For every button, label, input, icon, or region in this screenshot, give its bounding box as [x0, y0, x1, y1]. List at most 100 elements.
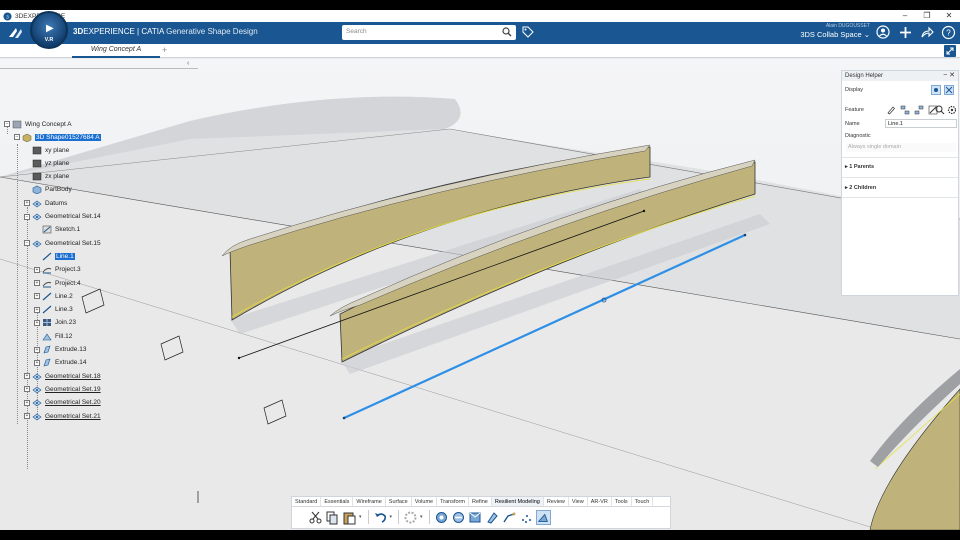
paste-icon[interactable] [342, 510, 357, 525]
display-filter-icon[interactable] [944, 85, 954, 95]
name-field[interactable]: Line.1 [885, 119, 957, 128]
action-tab-refine[interactable]: Refine [469, 497, 492, 506]
edit-feature-icon[interactable] [886, 105, 896, 115]
undo-dropdown-icon[interactable]: ▾ [390, 514, 393, 520]
tree-item[interactable]: zx plane [32, 172, 69, 182]
resilient-tool-7-icon[interactable] [535, 509, 551, 525]
add-tab-button[interactable]: + [162, 45, 167, 55]
search-feature-icon[interactable] [935, 105, 945, 115]
expand-panel-icon[interactable] [944, 45, 956, 57]
minimize-button[interactable]: – [894, 10, 916, 22]
tree-item[interactable]: + Join.23 [34, 318, 76, 328]
expand-toggle[interactable]: + [34, 293, 40, 300]
play-icon[interactable]: ▶ [46, 23, 54, 34]
search-icon[interactable] [502, 27, 512, 37]
expand-toggle[interactable]: + [34, 280, 40, 286]
tree-item[interactable]: Line.1 [42, 251, 75, 261]
expand-toggle[interactable]: + [24, 413, 30, 419]
expand-toggle[interactable]: + [24, 200, 30, 207]
action-tab-review[interactable]: Review [544, 497, 569, 506]
tree-shape-node[interactable]: − 3D Shape01527684 A [14, 132, 101, 142]
tree-item[interactable]: yz plane [32, 158, 69, 168]
expand-toggle[interactable]: + [34, 266, 40, 273]
ds-logo-icon[interactable] [7, 25, 25, 41]
resilient-tool-1-icon[interactable] [434, 510, 449, 525]
action-tab-tools[interactable]: Tools [612, 497, 632, 506]
collapse-tree-button[interactable]: ‹ [187, 60, 189, 67]
expand-toggle[interactable]: + [34, 306, 40, 313]
parents-icon[interactable] [900, 105, 910, 115]
tree-item[interactable]: + Line.3 [34, 305, 73, 315]
expand-toggle[interactable]: + [24, 373, 30, 380]
action-tab-wireframe[interactable]: Wireframe [353, 497, 386, 506]
expand-toggle[interactable]: − [4, 121, 10, 127]
expand-toggle[interactable]: + [24, 386, 30, 393]
tree-item[interactable]: + Line.2 [34, 291, 73, 301]
tree-item[interactable]: + Geometrical Set.20 [24, 398, 101, 408]
tab-wing-concept-a[interactable]: Wing Concept A [72, 44, 160, 58]
action-tab-resilient-modeling[interactable]: Resilient Modeling [491, 497, 544, 506]
tree-item[interactable]: Sketch.1 [42, 225, 80, 235]
tree-item[interactable]: + Project.4 [34, 278, 81, 288]
action-tab-standard[interactable]: Standard [292, 497, 322, 506]
tree-item[interactable]: + Datums [24, 198, 67, 208]
expand-toggle[interactable]: − [24, 213, 30, 220]
expand-toggle[interactable]: + [34, 346, 40, 353]
expand-toggle[interactable]: + [24, 399, 30, 406]
restore-button[interactable]: ❐ [916, 10, 938, 22]
geoset-icon [32, 386, 42, 394]
action-tab-transform[interactable]: Transform [437, 497, 469, 506]
paste-dropdown-icon[interactable]: ▾ [359, 514, 362, 520]
add-icon[interactable] [898, 25, 913, 40]
tag-icon[interactable] [522, 26, 534, 38]
resilient-tool-3-icon[interactable] [468, 510, 483, 525]
tree-item[interactable]: + Project.3 [34, 265, 81, 275]
parents-section[interactable]: ▸ 1 Parents [845, 164, 874, 170]
action-tab-surface[interactable]: Surface [386, 497, 412, 506]
compass-widget[interactable]: ▶ V.R [30, 11, 68, 49]
tree-item[interactable]: Fill.12 [42, 331, 72, 341]
children-icon[interactable] [914, 105, 924, 115]
action-tab-volume[interactable]: Volume [412, 497, 438, 506]
profile-icon[interactable] [876, 25, 891, 40]
collab-space-selector[interactable]: 3DS Collab Space ⌄ [800, 30, 870, 39]
3d-scene[interactable] [0, 59, 960, 530]
expand-toggle[interactable]: − [24, 240, 30, 247]
close-panel-icon[interactable]: − ✕ [943, 71, 955, 81]
tree-item[interactable]: − Geometrical Set.15 [24, 238, 101, 248]
3d-viewport[interactable]: ‹ − Wing Concept A − 3D Shape01527684 A … [0, 59, 960, 530]
expand-toggle[interactable]: + [34, 359, 40, 366]
tree-item[interactable]: + Extrude.14 [34, 358, 86, 368]
tree-item[interactable]: + Geometrical Set.19 [24, 384, 101, 394]
copy-icon[interactable] [325, 510, 340, 525]
tree-item[interactable]: PartBody [32, 185, 72, 195]
tree-item[interactable]: + Geometrical Set.18 [24, 371, 101, 381]
close-button[interactable]: ✕ [938, 10, 960, 22]
action-tab-touch[interactable]: Touch [632, 497, 654, 506]
cut-icon[interactable] [308, 510, 323, 525]
help-icon[interactable]: ? [941, 25, 956, 40]
resilient-tool-6-icon[interactable] [519, 510, 534, 525]
tree-item[interactable]: + Extrude.13 [34, 345, 86, 355]
resilient-tool-4-icon[interactable] [485, 510, 500, 525]
search-field[interactable]: Search [342, 25, 516, 40]
user-box[interactable]: Alain DUGOUSSET 3DS Collab Space ⌄ [800, 23, 870, 39]
share-icon[interactable] [919, 25, 934, 40]
tree-item[interactable]: + Geometrical Set.21 [24, 411, 101, 421]
tree-item[interactable]: − Geometrical Set.14 [24, 212, 101, 222]
tree-root[interactable]: − Wing Concept A [4, 119, 72, 129]
settings-icon[interactable] [947, 105, 957, 115]
expand-toggle[interactable]: + [34, 319, 40, 326]
action-tab-ar-vr[interactable]: AR-VR [588, 497, 612, 506]
undo-icon[interactable] [373, 510, 388, 525]
tree-item[interactable]: xy plane [32, 145, 69, 155]
resilient-tool-2-icon[interactable] [451, 510, 466, 525]
action-tab-essentials[interactable]: Essentials [321, 497, 354, 506]
children-section[interactable]: ▸ 2 Children [845, 185, 876, 191]
update-icon[interactable] [403, 510, 418, 525]
display-mode-icon[interactable] [931, 85, 941, 95]
update-dropdown-icon[interactable]: ▾ [420, 514, 423, 520]
action-tab-view[interactable]: View [569, 497, 588, 506]
expand-toggle[interactable]: − [14, 134, 20, 140]
resilient-tool-5-icon[interactable] [502, 510, 517, 525]
